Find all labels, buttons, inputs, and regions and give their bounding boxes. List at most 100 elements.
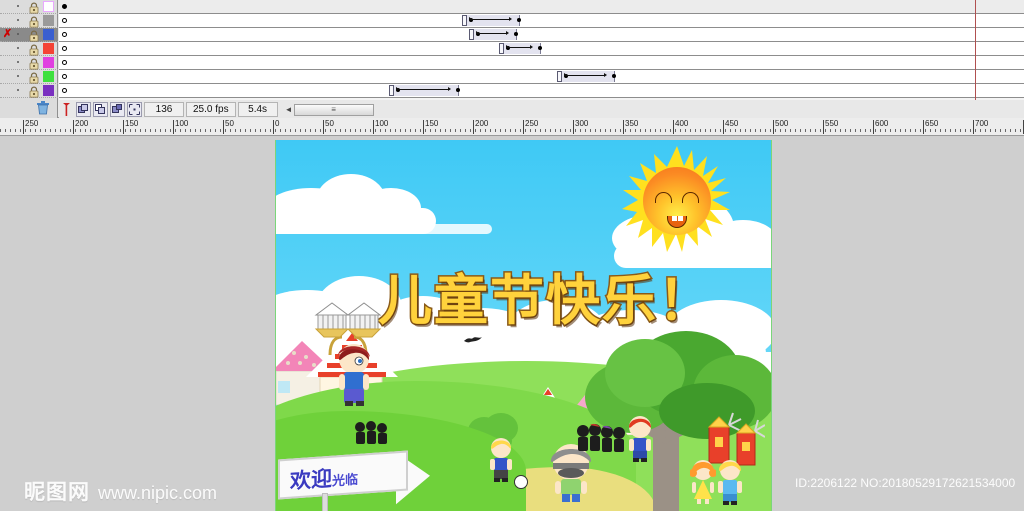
ruler-tick-minor bbox=[75, 129, 76, 132]
watermark-brand-cn: 昵图网 bbox=[24, 480, 90, 504]
layer-outline-color-swatch[interactable] bbox=[43, 85, 54, 96]
layer-row-2[interactable] bbox=[0, 14, 58, 28]
ruler-tick-minor bbox=[420, 129, 421, 132]
ruler-tick-minor bbox=[605, 129, 606, 132]
scroll-thumb[interactable]: ≡ bbox=[293, 103, 374, 116]
tween-end-keyframe[interactable] bbox=[538, 46, 542, 50]
welcome-sign: 欢迎光临 bbox=[278, 449, 438, 511]
ruler-tick-minor bbox=[350, 129, 351, 132]
lock-icon[interactable] bbox=[28, 43, 40, 56]
layer-row-6[interactable] bbox=[0, 70, 58, 84]
frame-tracks[interactable] bbox=[59, 0, 1024, 100]
frame-track-5[interactable] bbox=[59, 56, 1024, 70]
frame-track-3[interactable] bbox=[59, 28, 1024, 42]
lock-icon[interactable] bbox=[28, 71, 40, 84]
timeline-toolbar[interactable]: 136 25.0 fps 5.4s ◄ ≡ bbox=[59, 101, 1024, 118]
horizontal-ruler[interactable]: 4003503002502001501005005010015020025030… bbox=[0, 118, 1024, 136]
keyframe-marker[interactable] bbox=[62, 60, 67, 65]
tween-start-handle[interactable] bbox=[462, 15, 467, 26]
keyframe-marker[interactable] bbox=[62, 18, 67, 23]
playhead[interactable] bbox=[975, 0, 976, 100]
tween-arrow-icon bbox=[506, 45, 533, 49]
layer-outline-color-swatch[interactable] bbox=[43, 57, 54, 68]
trash-icon[interactable] bbox=[36, 100, 50, 115]
ruler-tick-minor bbox=[635, 129, 636, 132]
ruler-tick-minor bbox=[390, 129, 391, 132]
scroll-left-arrow[interactable]: ◄ bbox=[284, 105, 294, 114]
frame-rate-field[interactable]: 25.0 fps bbox=[186, 102, 236, 117]
tween-end-keyframe[interactable] bbox=[514, 32, 518, 36]
layer-visibility-toggle[interactable] bbox=[17, 19, 21, 23]
timeline-scrollbar[interactable]: ◄ ≡ bbox=[284, 103, 374, 116]
layer-outline-color-swatch[interactable] bbox=[43, 15, 54, 26]
layer-row-7[interactable] bbox=[0, 84, 58, 98]
current-frame-field[interactable]: 136 bbox=[144, 102, 184, 117]
frame-track-4[interactable] bbox=[59, 42, 1024, 56]
motion-tween-span[interactable] bbox=[557, 71, 616, 82]
onion-skin-icon[interactable] bbox=[59, 102, 74, 117]
tween-end-keyframe[interactable] bbox=[456, 88, 460, 92]
layer-visibility-toggle[interactable] bbox=[17, 89, 21, 93]
layer-outline-color-swatch[interactable] bbox=[43, 71, 54, 82]
modify-onion-markers-icon[interactable] bbox=[110, 102, 125, 117]
ruler-tick-minor bbox=[550, 129, 551, 132]
ruler-tick-minor bbox=[190, 129, 191, 132]
layer-row-4[interactable] bbox=[0, 42, 58, 56]
layer-row-1[interactable] bbox=[0, 0, 58, 14]
pencil-lock-icon[interactable]: ✗ bbox=[2, 29, 13, 40]
tween-start-handle[interactable] bbox=[557, 71, 562, 82]
motion-tween-span[interactable] bbox=[499, 43, 542, 54]
ruler-tick-minor bbox=[535, 129, 536, 132]
ruler-tick-minor bbox=[500, 129, 501, 132]
tween-start-handle[interactable] bbox=[469, 29, 474, 40]
ruler-tick-minor bbox=[170, 129, 171, 132]
keyframe-marker[interactable] bbox=[62, 4, 67, 9]
motion-tween-span[interactable] bbox=[389, 85, 460, 96]
center-frame-icon[interactable] bbox=[127, 102, 142, 117]
tween-start-handle[interactable] bbox=[499, 43, 504, 54]
ruler-label: 300 bbox=[575, 119, 589, 128]
tween-start-handle[interactable] bbox=[389, 85, 394, 96]
layer-visibility-toggle[interactable] bbox=[17, 75, 21, 79]
layer-visibility-toggle[interactable] bbox=[17, 47, 21, 51]
layer-outline-color-swatch[interactable] bbox=[43, 1, 54, 12]
ruler-tick-major bbox=[673, 120, 674, 134]
ruler-tick-minor bbox=[860, 129, 861, 132]
keyframe-marker[interactable] bbox=[62, 46, 67, 51]
lock-icon[interactable] bbox=[28, 29, 40, 42]
frame-track-7[interactable] bbox=[59, 84, 1024, 98]
edit-multiple-frames-icon[interactable] bbox=[93, 102, 108, 117]
motion-tween-span[interactable] bbox=[469, 29, 518, 40]
frame-track-1[interactable] bbox=[59, 0, 1024, 14]
layer-row-3[interactable]: ✗ bbox=[0, 28, 58, 42]
tween-end-keyframe[interactable] bbox=[612, 74, 616, 78]
frame-track-2[interactable] bbox=[59, 14, 1024, 28]
tween-end-keyframe[interactable] bbox=[517, 18, 521, 22]
layer-visibility-toggle[interactable] bbox=[17, 5, 21, 9]
layer-outline-color-swatch[interactable] bbox=[43, 43, 54, 54]
layer-visibility-toggle[interactable] bbox=[17, 33, 21, 37]
keyframe-marker[interactable] bbox=[62, 88, 67, 93]
lock-icon[interactable] bbox=[28, 15, 40, 28]
sun-eye-left bbox=[655, 192, 672, 203]
ruler-tick-minor bbox=[80, 129, 81, 132]
lock-icon[interactable] bbox=[28, 85, 40, 98]
ruler-tick-minor bbox=[285, 129, 286, 132]
motion-tween-span[interactable] bbox=[462, 15, 521, 26]
keyframe-marker[interactable] bbox=[62, 74, 67, 79]
ruler-tick-major bbox=[123, 120, 124, 134]
ruler-label: 700 bbox=[975, 119, 989, 128]
ruler-tick-minor bbox=[180, 129, 181, 132]
lock-icon[interactable] bbox=[28, 1, 40, 14]
layer-row-5[interactable] bbox=[0, 56, 58, 70]
layer-visibility-toggle[interactable] bbox=[17, 61, 21, 65]
keyframe-marker[interactable] bbox=[62, 32, 67, 37]
ruler-tick-minor bbox=[455, 129, 456, 132]
ruler-tick-minor bbox=[200, 129, 201, 132]
onion-skin-outlines-icon[interactable] bbox=[76, 102, 91, 117]
layer-outline-color-swatch[interactable] bbox=[43, 29, 54, 40]
artwork-canvas[interactable]: 儿童节快乐！ 欢迎光临 bbox=[275, 140, 772, 511]
ruler-tick-minor bbox=[295, 129, 296, 132]
lock-icon[interactable] bbox=[28, 57, 40, 70]
frame-track-6[interactable] bbox=[59, 70, 1024, 84]
